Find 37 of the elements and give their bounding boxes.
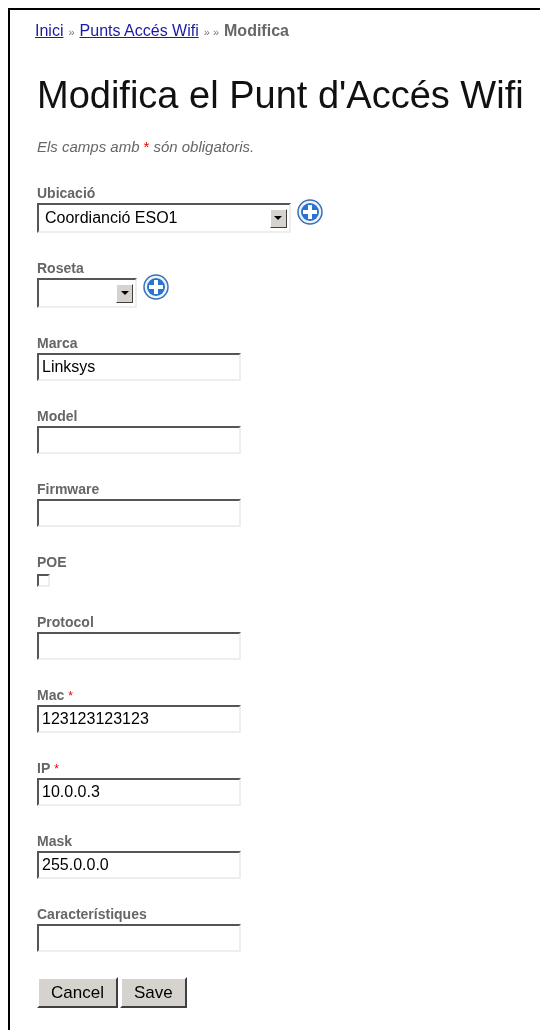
add-icon[interactable] [296, 199, 323, 225]
breadcrumb-current: Modifica [224, 22, 289, 40]
field-label: Característiques [37, 906, 147, 922]
dropdown[interactable] [37, 278, 137, 308]
text-field[interactable] [37, 426, 241, 454]
field-label: Marca [37, 335, 78, 351]
breadcrumb-separator: » [68, 26, 75, 38]
field-label: Mac [37, 687, 65, 703]
field-label: Mask [37, 833, 73, 849]
field-label: Model [37, 408, 78, 424]
required-asterisk: * [68, 689, 73, 703]
text-field[interactable]: Linksys [37, 353, 241, 381]
form-button[interactable]: Save [119, 977, 187, 1008]
form-button[interactable]: Cancel [37, 977, 118, 1008]
dropdown[interactable]: Coordianció ESO1 [37, 203, 291, 233]
field-label: Protocol [37, 614, 94, 630]
breadcrumb-link[interactable]: Inici [35, 22, 64, 40]
note-text: són obligatoris. [153, 138, 255, 155]
text-field[interactable] [37, 632, 241, 660]
field-label: POE [37, 554, 67, 570]
field-label: Firmware [37, 481, 100, 497]
note-text: Els camps amb [37, 138, 140, 155]
field-label: IP [37, 760, 51, 776]
required-asterisk: * [54, 762, 59, 776]
checkbox[interactable] [37, 574, 50, 587]
text-field[interactable] [37, 499, 241, 527]
field-label: Ubicació [37, 185, 96, 201]
field-label: Roseta [37, 260, 84, 276]
required-asterisk: * [143, 138, 150, 155]
add-icon[interactable] [143, 274, 169, 300]
text-field[interactable]: 10.0.0.3 [37, 778, 241, 806]
text-field[interactable]: 255.0.0.0 [37, 851, 241, 879]
page-title: Modifica el Punt d'Accés Wifi [37, 73, 525, 118]
breadcrumb-link[interactable]: Punts Accés Wifi [79, 22, 199, 40]
breadcrumb-separator: » » [203, 26, 220, 38]
text-field[interactable]: 123123123123 [37, 705, 241, 733]
text-field[interactable] [37, 924, 241, 952]
